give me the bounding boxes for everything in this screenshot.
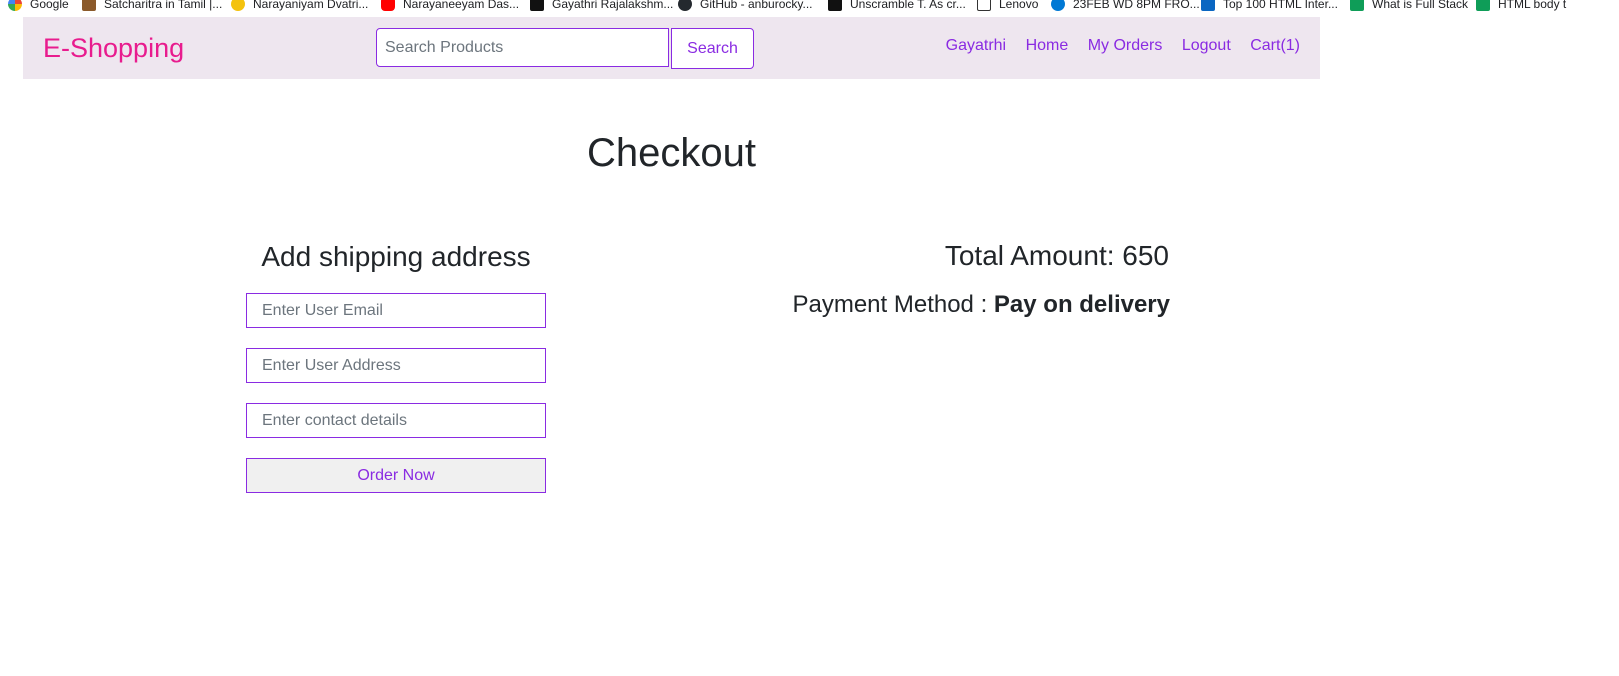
- nav-link-logout[interactable]: Logout: [1182, 37, 1231, 54]
- contact-field[interactable]: [246, 403, 546, 438]
- payment-method-value: Pay on delivery: [993, 291, 1170, 318]
- nav-link-home[interactable]: Home: [1026, 37, 1069, 54]
- page-icon: [977, 0, 991, 11]
- bookmark-item[interactable]: Satcharitra in Tamil |...: [82, 0, 222, 11]
- cloud-icon: [1051, 0, 1065, 11]
- linkedin-icon: [1201, 0, 1215, 11]
- bookmark-icon: [828, 0, 842, 11]
- github-icon: [678, 0, 692, 11]
- order-now-button[interactable]: Order Now: [246, 458, 546, 493]
- payment-method-label: Payment Method :: [792, 291, 994, 318]
- nav-links: Gayatrhi Home My Orders Logout Cart(1): [931, 37, 1300, 55]
- shipping-heading: Add shipping address: [261, 241, 531, 272]
- page-title: Checkout: [587, 131, 756, 175]
- app-icon: [530, 0, 544, 11]
- w-icon: [1476, 0, 1490, 11]
- bookmark-item[interactable]: Gayathri Rajalakshm...: [530, 0, 673, 11]
- image-icon: [82, 0, 96, 11]
- youtube-icon: [381, 0, 395, 11]
- google-icon: [8, 0, 22, 11]
- search-input[interactable]: [376, 28, 669, 67]
- w-icon: [1350, 0, 1364, 11]
- bookmark-item[interactable]: Google: [8, 0, 69, 11]
- bookmark-item[interactable]: GitHub - anburocky...: [678, 0, 813, 11]
- bookmark-item[interactable]: Lenovo: [977, 0, 1038, 11]
- search-button[interactable]: Search: [671, 28, 754, 69]
- total-amount: Total Amount: 650: [944, 240, 1169, 271]
- nav-link-my-orders[interactable]: My Orders: [1088, 37, 1163, 54]
- payment-method: Payment Method : Pay on delivery: [792, 290, 1170, 320]
- info-circle-icon: [231, 0, 245, 11]
- bookmark-item[interactable]: Unscramble T. As cr...: [828, 0, 966, 11]
- bookmark-item[interactable]: Narayaneeyam Das...: [381, 0, 519, 11]
- bookmark-item[interactable]: Narayaniyam Dvatri...: [231, 0, 368, 11]
- address-field[interactable]: [246, 348, 546, 383]
- bookmark-item[interactable]: 23FEB WD 8PM FRO...: [1051, 0, 1200, 11]
- bookmark-item[interactable]: HTML body t: [1476, 0, 1566, 11]
- nav-link-cart[interactable]: Cart(1): [1250, 37, 1300, 54]
- email-field[interactable]: [246, 293, 546, 328]
- brand-logo[interactable]: E-Shopping: [43, 31, 184, 65]
- bookmark-item[interactable]: What is Full Stack: [1350, 0, 1468, 11]
- nav-link-user[interactable]: Gayatrhi: [946, 37, 1006, 54]
- navbar: E-Shopping Search Gayatrhi Home My Order…: [23, 17, 1320, 79]
- bookmark-item[interactable]: Top 100 HTML Inter...: [1201, 0, 1338, 11]
- bookmarks-bar: Google Satcharitra in Tamil |... Narayan…: [0, 0, 1619, 16]
